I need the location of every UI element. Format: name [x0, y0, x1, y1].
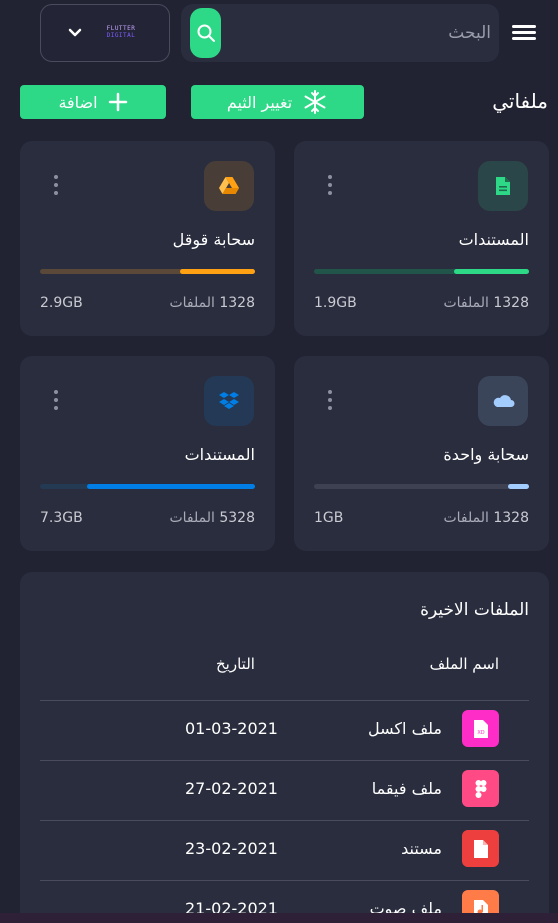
svg-text:XD: XD — [477, 730, 484, 736]
card-title: سحابة قوقل — [172, 230, 255, 249]
dropbox-icon — [204, 376, 254, 426]
storage-card[interactable]: المستندات 1328 الملفات 1.9GB — [294, 141, 549, 336]
onedrive-icon — [478, 376, 528, 426]
brand-logo: FLUTTER DIGITAL — [95, 25, 147, 43]
file-count-label: الملفات — [169, 295, 215, 311]
plus-icon — [108, 92, 127, 112]
more-options-icon[interactable] — [53, 390, 59, 412]
storage-progress-fill — [508, 484, 529, 489]
add-label: اضافة — [58, 92, 98, 112]
storage-progress — [40, 269, 255, 274]
file-name: ملف فيقما — [371, 779, 442, 798]
snowflake-icon — [304, 90, 326, 114]
pdf-file-icon — [462, 830, 499, 867]
file-count: 5328 الملفات — [163, 510, 255, 526]
card-title: المستندات — [184, 445, 255, 464]
file-count-label: الملفات — [443, 510, 489, 526]
menu-icon-bar — [512, 31, 536, 34]
file-count-label: الملفات — [443, 295, 489, 311]
storage-progress-fill — [180, 269, 255, 274]
storage-card[interactable]: سحابة واحدة 1328 الملفات 1GB — [294, 356, 549, 551]
file-name: مستند — [401, 839, 442, 858]
column-header-name: اسم الملف — [429, 655, 499, 673]
search-container — [181, 4, 499, 62]
column-header-date: التاريخ — [216, 655, 255, 673]
storage-card[interactable]: سحابة قوقل 1328 الملفات 2.9GB — [20, 141, 275, 336]
more-options-icon[interactable] — [327, 175, 333, 197]
storage-progress — [40, 484, 255, 489]
search-button[interactable] — [190, 8, 221, 58]
card-title: سحابة واحدة — [443, 445, 529, 464]
storage-progress — [314, 269, 529, 274]
logo-line-2: DIGITAL — [106, 32, 136, 39]
recent-files-panel: الملفات الاخيرة اسم الملف التاريخ XD ملف… — [20, 572, 549, 923]
table-row[interactable]: ملف فيقما 27-02-2021 — [40, 760, 529, 820]
change-theme-label: تغيير الثيم — [226, 92, 293, 112]
recent-files-title: الملفات الاخيرة — [420, 600, 529, 620]
bottom-edge — [0, 913, 558, 923]
storage-progress — [314, 484, 529, 489]
xd-file-icon: XD — [462, 710, 499, 747]
menu-button[interactable] — [508, 22, 540, 46]
storage-size: 7.3GB — [40, 510, 83, 526]
search-input[interactable] — [231, 4, 491, 62]
storage-size: 1GB — [314, 510, 344, 526]
file-date: 23-02-2021 — [185, 839, 278, 858]
storage-size: 1.9GB — [314, 295, 357, 311]
change-theme-button[interactable]: تغيير الثيم — [191, 85, 364, 119]
file-date: 01-03-2021 — [185, 719, 278, 738]
document-icon — [478, 161, 528, 211]
file-count-value: 1328 — [219, 295, 255, 311]
file-count-value: 5328 — [219, 510, 255, 526]
storage-progress-fill — [87, 484, 255, 489]
storage-card[interactable]: المستندات 5328 الملفات 7.3GB — [20, 356, 275, 551]
file-count-value: 1328 — [493, 510, 529, 526]
add-button[interactable]: اضافة — [20, 85, 166, 119]
file-count-label: الملفات — [169, 510, 215, 526]
menu-icon-bar — [512, 37, 536, 40]
profile-dropdown[interactable]: FLUTTER DIGITAL — [40, 4, 170, 62]
card-title: المستندات — [458, 230, 529, 249]
logo-line-1: FLUTTER — [106, 25, 136, 32]
chevron-down-icon — [68, 28, 82, 37]
table-row[interactable]: XD ملف اكسل 01-03-2021 — [40, 700, 529, 760]
file-count-value: 1328 — [493, 295, 529, 311]
file-count: 1328 الملفات — [163, 295, 255, 311]
menu-icon-bar — [512, 25, 536, 28]
file-name: ملف اكسل — [368, 719, 442, 738]
file-count: 1328 الملفات — [437, 295, 529, 311]
google-drive-icon — [204, 161, 254, 211]
more-options-icon[interactable] — [327, 390, 333, 412]
search-icon — [197, 24, 215, 42]
figma-file-icon — [462, 770, 499, 807]
storage-size: 2.9GB — [40, 295, 83, 311]
more-options-icon[interactable] — [53, 175, 59, 197]
storage-progress-fill — [454, 269, 529, 274]
file-date: 27-02-2021 — [185, 779, 278, 798]
table-row[interactable]: مستند 23-02-2021 — [40, 820, 529, 880]
page-title: ملفاتي — [492, 89, 548, 113]
file-count: 1328 الملفات — [437, 510, 529, 526]
